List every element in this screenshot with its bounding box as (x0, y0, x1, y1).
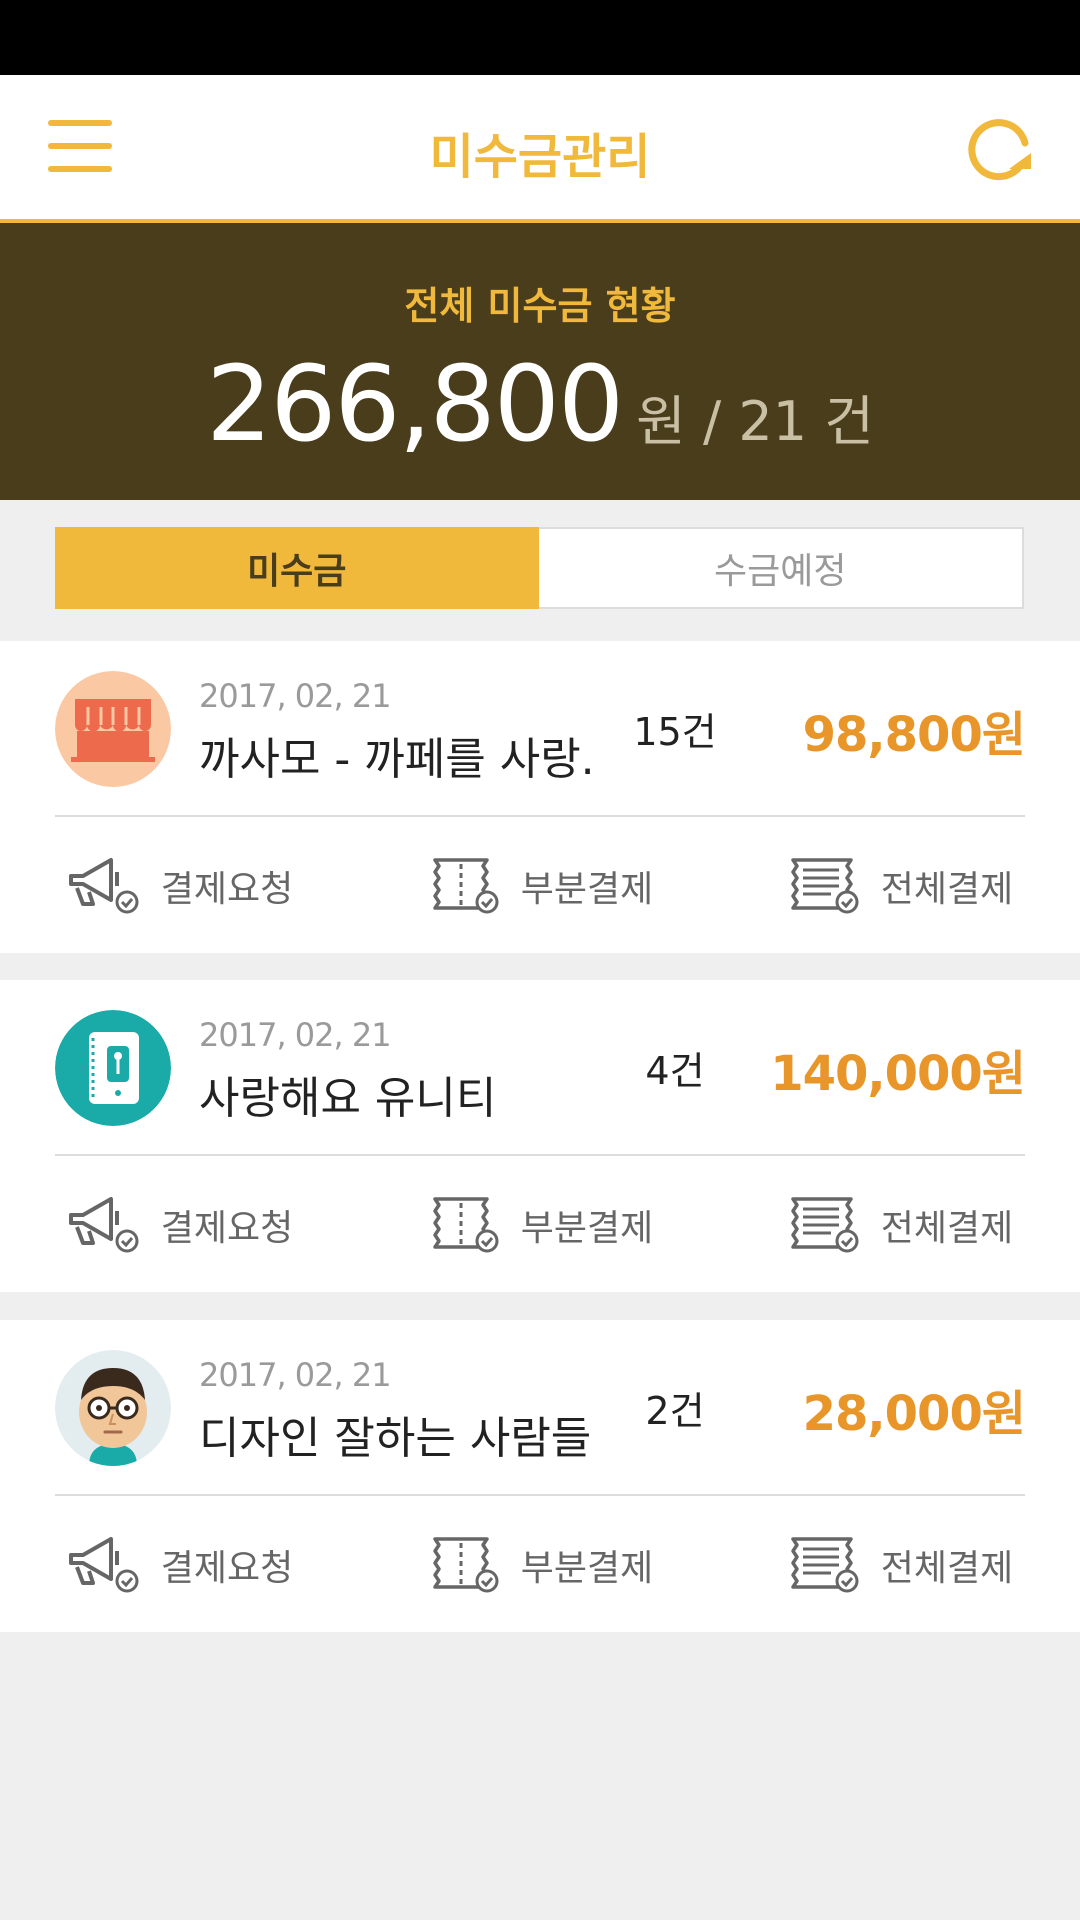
glasses-man-avatar-icon (55, 1350, 171, 1466)
card-date: 2017, 02, 21 (199, 677, 392, 715)
summary-amount: 266,800 (206, 343, 624, 465)
partial-receipt-check-icon (433, 1197, 499, 1253)
action-label: 부분결제 (520, 869, 654, 910)
card-count: 15건 (633, 710, 717, 754)
tab-scheduled-collection[interactable]: 수금예정 (539, 529, 1023, 607)
store-awning-icon (55, 671, 171, 787)
page-title: 미수금관리 (429, 129, 651, 185)
payment-request-button[interactable]: 결제요청 (0, 1158, 360, 1292)
card-date: 2017, 02, 21 (199, 1356, 392, 1394)
card-amount: 28,000원 (802, 1386, 1026, 1442)
card-summary-row[interactable]: 2017, 02, 21 까사모 - 까페를 사랑... 15건 98,800원 (55, 641, 1026, 817)
partial-payment-button[interactable]: 부분결제 (360, 1158, 720, 1292)
receivable-card: 2017, 02, 21 사랑해요 유니티 4건 140,000원 결제요청 부… (0, 980, 1080, 1292)
megaphone-check-icon (68, 858, 139, 914)
megaphone-check-icon (68, 1537, 139, 1593)
partial-receipt-check-icon (433, 858, 499, 914)
action-label: 전체결제 (880, 1208, 1014, 1249)
payment-request-button[interactable]: 결제요청 (0, 1498, 360, 1632)
full-payment-button[interactable]: 전체결제 (720, 819, 1080, 953)
action-label: 전체결제 (880, 1548, 1014, 1589)
card-amount: 98,800원 (802, 707, 1026, 763)
action-label: 결제요청 (160, 869, 294, 910)
status-bar (0, 0, 1080, 75)
card-name: 까사모 - 까페를 사랑... (199, 734, 599, 785)
payment-request-button[interactable]: 결제요청 (0, 819, 360, 953)
card-count: 2건 (645, 1389, 705, 1433)
summary-values: 266,800 원 / 21 건 (0, 343, 1080, 465)
full-payment-button[interactable]: 전체결제 (720, 1158, 1080, 1292)
full-receipt-check-icon (791, 1197, 859, 1253)
receivable-card: 2017, 02, 21 까사모 - 까페를 사랑... 15건 98,800원… (0, 641, 1080, 953)
tab-receivables[interactable]: 미수금 (55, 527, 539, 609)
card-actions: 결제요청 부분결제 전체결제 (0, 819, 1080, 953)
app-header: 미수금관리 (0, 75, 1080, 223)
summary-label: 전체 미수금 현황 (404, 284, 676, 328)
card-amount: 140,000원 (770, 1046, 1026, 1102)
card-actions: 결제요청 부분결제 전체결제 (0, 1498, 1080, 1632)
full-receipt-check-icon (791, 858, 859, 914)
action-label: 부분결제 (520, 1208, 654, 1249)
card-date: 2017, 02, 21 (199, 1016, 392, 1054)
card-summary-row[interactable]: 2017, 02, 21 사랑해요 유니티 4건 140,000원 (55, 980, 1026, 1156)
action-label: 부분결제 (520, 1548, 654, 1589)
tab-bar: 미수금 수금예정 (55, 527, 1024, 609)
card-count: 4건 (645, 1049, 705, 1093)
megaphone-check-icon (68, 1197, 139, 1253)
card-actions: 결제요청 부분결제 전체결제 (0, 1158, 1080, 1292)
card-name: 디자인 잘하는 사람들 (199, 1413, 592, 1464)
total-receivables-summary: 전체 미수금 현황 266,800 원 / 21 건 (0, 223, 1080, 500)
card-summary-row[interactable]: 2017, 02, 21 디자인 잘하는 사람들 2건 28,000원 (55, 1320, 1026, 1496)
summary-unit: 원 / 21 건 (636, 390, 874, 453)
full-receipt-check-icon (791, 1537, 859, 1593)
partial-payment-button[interactable]: 부분결제 (360, 1498, 720, 1632)
partial-payment-button[interactable]: 부분결제 (360, 819, 720, 953)
action-label: 결제요청 (160, 1208, 294, 1249)
action-label: 전체결제 (880, 869, 1014, 910)
action-label: 결제요청 (160, 1548, 294, 1589)
full-payment-button[interactable]: 전체결제 (720, 1498, 1080, 1632)
receivable-card: 2017, 02, 21 디자인 잘하는 사람들 2건 28,000원 결제요청… (0, 1320, 1080, 1632)
partial-receipt-check-icon (433, 1537, 499, 1593)
refresh-icon[interactable] (965, 113, 1035, 183)
card-name: 사랑해요 유니티 (199, 1073, 497, 1124)
zipper-notebook-icon (55, 1010, 171, 1126)
